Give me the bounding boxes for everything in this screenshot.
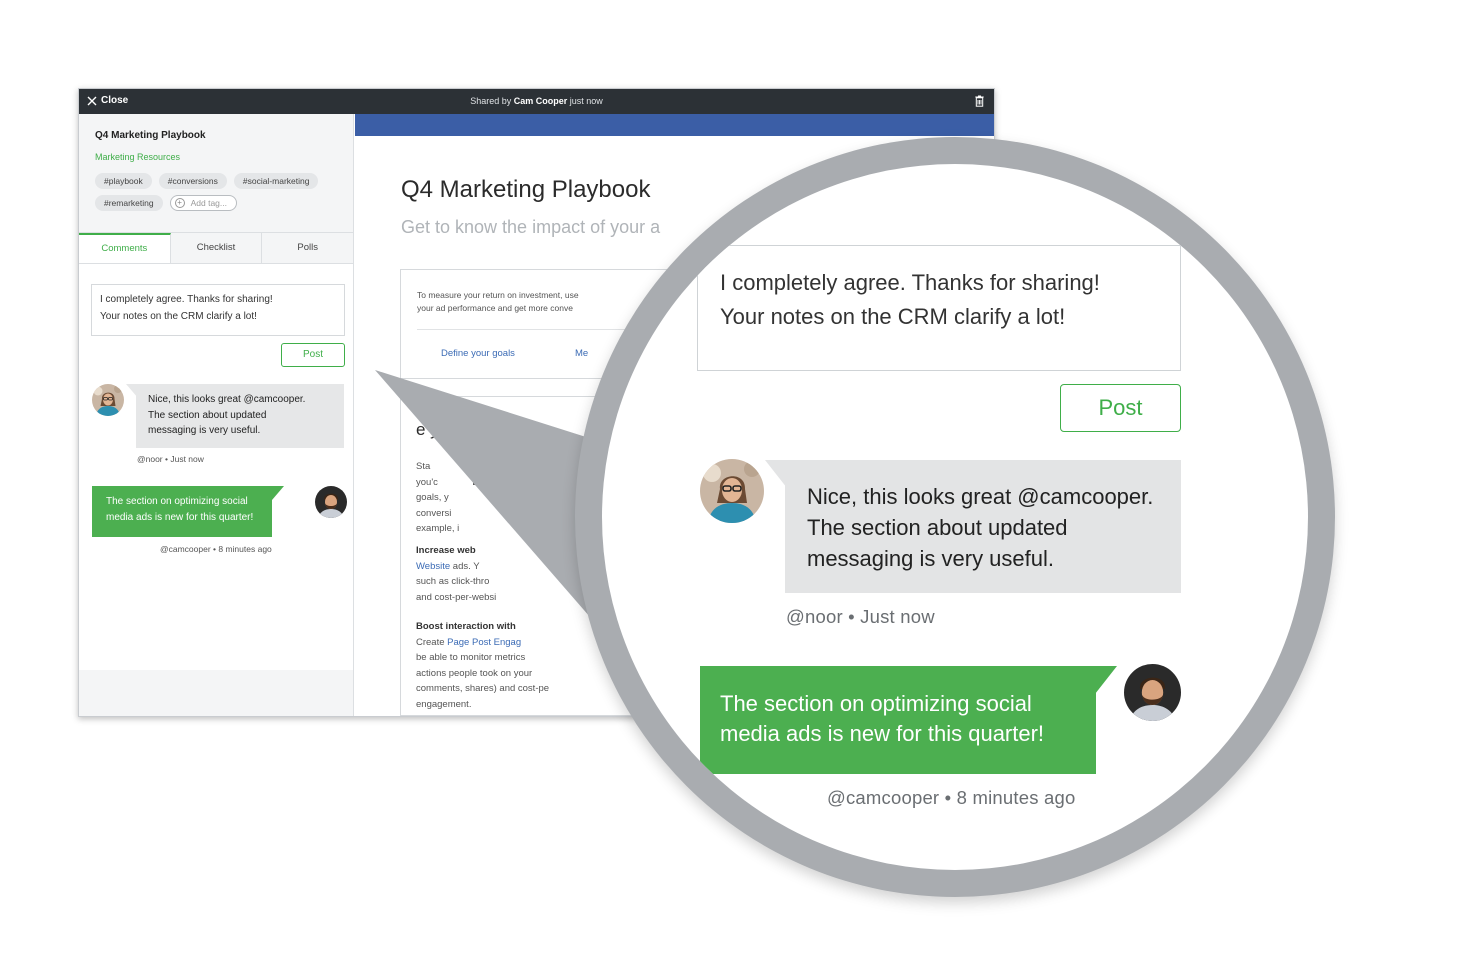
shared-by-text: Shared by Cam Cooper just now bbox=[470, 96, 603, 106]
bubble-tail bbox=[1095, 666, 1117, 694]
sidebar-doc-title: Q4 Marketing Playbook bbox=[95, 130, 206, 141]
document-info: Q4 Marketing Playbook Marketing Resource… bbox=[79, 114, 353, 232]
tag[interactable]: #playbook bbox=[95, 173, 152, 189]
section-heading: e your goal bbox=[416, 420, 501, 439]
bubble-tail bbox=[272, 486, 284, 500]
tab-checklist[interactable]: Checklist bbox=[171, 233, 263, 263]
sidebar: Q4 Marketing Playbook Marketing Resource… bbox=[79, 114, 354, 716]
page-post-engagement-link[interactable]: Page Post Engag bbox=[447, 637, 521, 648]
comment-bubble-zoomed: Nice, this looks great @camcooper. The s… bbox=[785, 460, 1181, 593]
comment-meta: @camcooper • 8 minutes ago bbox=[160, 544, 272, 554]
intro-text: To measure your return on investment, us… bbox=[417, 290, 579, 313]
sidebar-footer bbox=[79, 670, 353, 716]
own-comment-bubble: The section on optimizing social media a… bbox=[92, 486, 272, 537]
document-header-bar bbox=[355, 114, 994, 136]
comment-meta-zoomed: @noor • Just now bbox=[786, 606, 935, 627]
tag[interactable]: #conversions bbox=[158, 173, 227, 189]
tag[interactable]: #social-marketing bbox=[233, 173, 319, 189]
website-paragraph: Increase web Website ads. Y such as clic… bbox=[416, 545, 497, 603]
shared-user: Cam Cooper bbox=[513, 96, 568, 106]
comment-meta: @noor • Just now bbox=[137, 454, 204, 464]
folder-link[interactable]: Marketing Resources bbox=[95, 152, 337, 162]
avatar-camcooper bbox=[315, 486, 347, 518]
tab-polls[interactable]: Polls bbox=[262, 233, 353, 263]
define-goals-link[interactable]: Define your goals bbox=[441, 348, 515, 359]
tag-list: #playbook #conversions #social-marketing… bbox=[95, 173, 351, 211]
tag[interactable]: #remarketing bbox=[95, 195, 163, 211]
own-comment-bubble-zoomed: The section on optimizing social media a… bbox=[700, 666, 1096, 774]
engagement-paragraph: Boost interaction with Create Page Post … bbox=[416, 621, 550, 710]
goals-paragraph: Sta which kin you'c Bas goals, y convers… bbox=[416, 461, 507, 534]
bubble-tail bbox=[765, 460, 787, 488]
sidebar-tabs: Comments Checklist Polls bbox=[79, 232, 353, 264]
title-bar: Close Shared by Cam Cooper just now bbox=[79, 89, 994, 114]
trash-icon[interactable] bbox=[975, 95, 984, 107]
magnifier-lens: I completely agree. Thanks for sharing! … bbox=[602, 164, 1308, 870]
avatar-camcooper bbox=[1124, 664, 1181, 721]
comment-bubble: Nice, this looks great @camcooper. The s… bbox=[136, 384, 344, 448]
comments-panel: I completely agree. Thanks for sharing! … bbox=[79, 264, 353, 670]
measure-link[interactable]: Me bbox=[575, 348, 588, 359]
tab-comments[interactable]: Comments bbox=[79, 233, 171, 263]
magnified-comments: I completely agree. Thanks for sharing! … bbox=[602, 164, 1308, 870]
comment-input-zoomed[interactable]: I completely agree. Thanks for sharing! … bbox=[697, 245, 1181, 371]
comment-meta-zoomed: @camcooper • 8 minutes ago bbox=[827, 787, 1076, 808]
avatar-noor bbox=[700, 459, 764, 523]
website-link[interactable]: Website bbox=[416, 561, 450, 572]
post-button[interactable]: Post bbox=[281, 343, 345, 367]
plus-circle-icon: + bbox=[174, 198, 185, 208]
comment-input[interactable]: I completely agree. Thanks for sharing! … bbox=[91, 284, 345, 336]
post-button-zoomed[interactable]: Post bbox=[1060, 384, 1181, 432]
add-tag-input[interactable]: + Add tag... bbox=[169, 195, 237, 211]
avatar-noor bbox=[92, 384, 124, 416]
